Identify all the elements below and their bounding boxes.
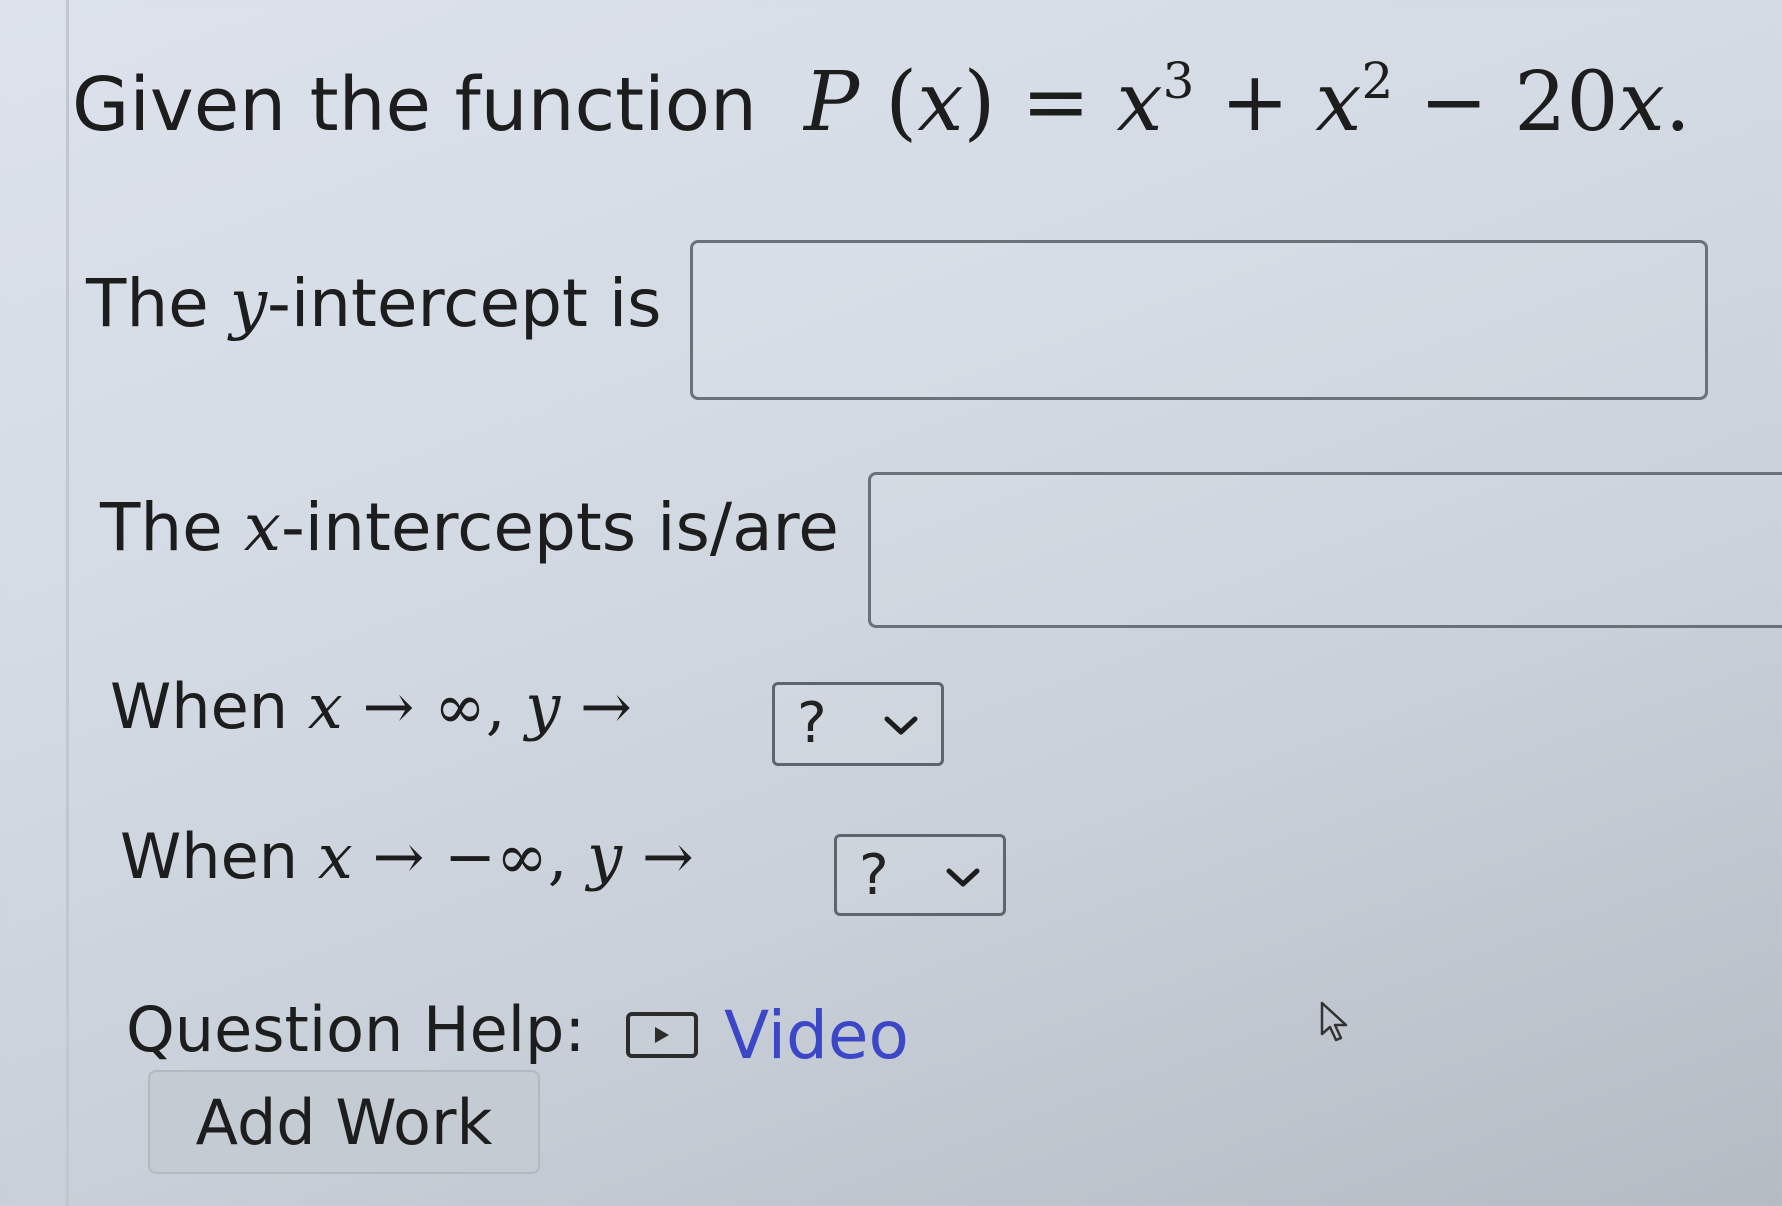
y-intercept-label: The y-intercept is [86, 265, 662, 342]
question-help-label: Question Help: [126, 993, 586, 1066]
add-work-button[interactable]: Add Work [148, 1070, 540, 1174]
end-behavior-positive-label: When x → ∞, y → [110, 670, 632, 743]
end-behavior-negative-label: When x → −∞, y → [120, 820, 694, 893]
select-value: ? [797, 691, 827, 756]
chevron-down-icon [946, 868, 980, 887]
y-variable: y [229, 265, 268, 342]
video-link[interactable]: Video [724, 996, 909, 1076]
end-behavior-positive-select[interactable]: ? [772, 682, 944, 766]
question-intro: Given the function [72, 62, 757, 148]
play-triangle [655, 1027, 669, 1043]
end-behavior-negative-select[interactable]: ? [834, 834, 1006, 916]
left-rule [66, 0, 69, 1206]
chevron-down-icon [884, 716, 918, 735]
function-expression: P (x) = x3 + x2 − 20x. [803, 52, 1691, 150]
x-variable: x [243, 489, 281, 566]
y-intercept-input[interactable] [690, 240, 1708, 400]
mouse-cursor-icon [1320, 1001, 1348, 1042]
select-value: ? [859, 843, 889, 908]
x-intercepts-input[interactable] [868, 472, 1782, 628]
question-statement: Given the function P (x) = x3 + x2 − 20x… [72, 52, 1691, 150]
play-icon[interactable] [626, 1012, 698, 1058]
x-intercepts-label: The x-intercepts is/are [100, 489, 839, 566]
